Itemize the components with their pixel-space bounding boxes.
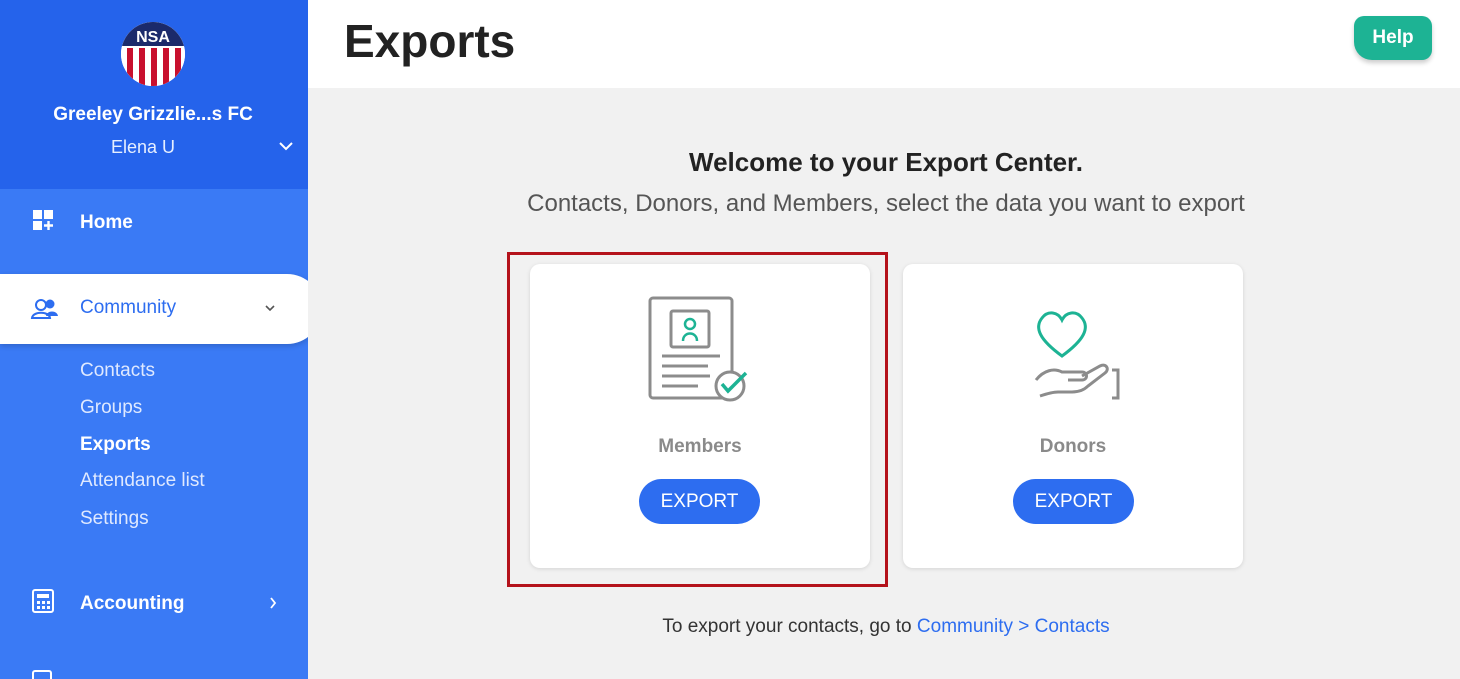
chevron-right-icon bbox=[268, 594, 278, 615]
sidebar-sub-contacts[interactable]: Contacts bbox=[80, 360, 155, 382]
document-icon[interactable] bbox=[32, 670, 52, 679]
footer-note: To export your contacts, go to Community… bbox=[308, 616, 1460, 638]
org-logo: NSA bbox=[121, 22, 185, 86]
svg-text:NSA: NSA bbox=[136, 29, 170, 46]
sidebar-sub-groups[interactable]: Groups bbox=[80, 397, 142, 419]
org-name: Greeley Grizzlie...s FC bbox=[53, 104, 253, 125]
member-document-icon bbox=[648, 296, 752, 411]
members-card[interactable]: Members EXPORT bbox=[530, 264, 870, 568]
community-contacts-link[interactable]: Community > Contacts bbox=[917, 616, 1110, 637]
sidebar-header: NSA Greeley Grizzlie...s FC Elena U bbox=[0, 0, 308, 189]
sidebar-sub-settings[interactable]: Settings bbox=[80, 508, 149, 530]
page-header: Exports Help bbox=[308, 0, 1460, 88]
card-label-donors: Donors bbox=[1039, 436, 1107, 457]
sidebar: NSA Greeley Grizzlie...s FC Elena U Home bbox=[0, 0, 308, 679]
sidebar-item-label: Accounting bbox=[80, 593, 185, 614]
user-name[interactable]: Elena U bbox=[0, 137, 286, 158]
card-label-members: Members bbox=[658, 436, 742, 457]
calculator-icon bbox=[32, 589, 54, 619]
heart-hand-icon bbox=[1030, 306, 1126, 407]
chevron-down-icon bbox=[264, 300, 276, 318]
users-icon bbox=[30, 298, 60, 325]
sidebar-item-label: Home bbox=[80, 212, 133, 233]
footer-text: To export your contacts, go to bbox=[662, 616, 912, 637]
donors-card[interactable]: Donors EXPORT bbox=[903, 264, 1243, 568]
export-donors-button[interactable]: EXPORT bbox=[1013, 479, 1134, 524]
sidebar-item-label: Community bbox=[80, 297, 177, 318]
export-members-button[interactable]: EXPORT bbox=[639, 479, 760, 524]
welcome-heading: Welcome to your Export Center. bbox=[689, 147, 1083, 177]
help-button[interactable]: Help bbox=[1354, 16, 1432, 60]
dashboard-icon bbox=[32, 209, 54, 237]
chevron-down-icon[interactable] bbox=[278, 139, 294, 157]
sidebar-sub-exports[interactable]: Exports bbox=[80, 434, 151, 456]
sidebar-item-home[interactable]: Home bbox=[0, 198, 308, 248]
sidebar-item-community[interactable]: Community bbox=[0, 274, 308, 344]
welcome-subtitle: Contacts, Donors, and Members, select th… bbox=[527, 190, 1245, 217]
sidebar-sub-attendance-list[interactable]: Attendance list bbox=[80, 470, 205, 492]
sidebar-item-accounting[interactable]: Accounting bbox=[0, 579, 308, 629]
page-title: Exports bbox=[344, 15, 516, 67]
